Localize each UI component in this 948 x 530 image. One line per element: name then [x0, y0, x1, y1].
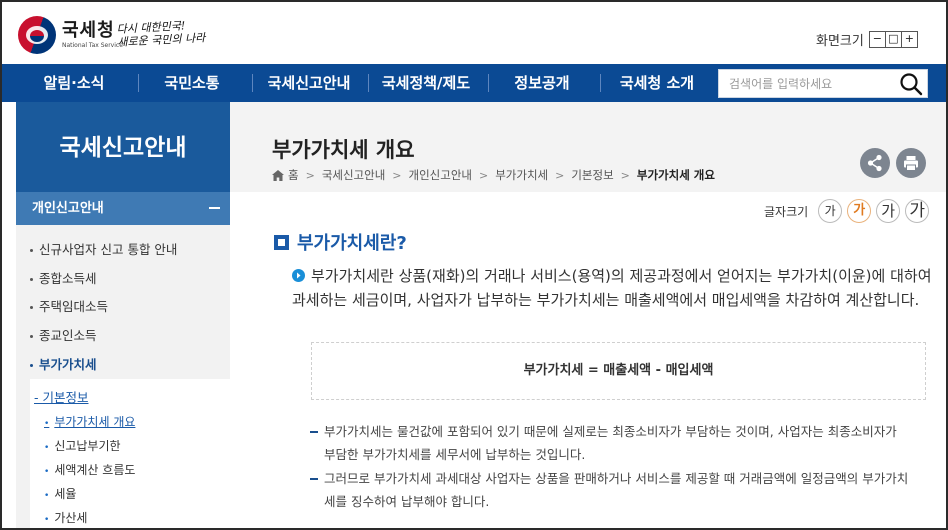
submenu-item-deadline[interactable]: • 신고납부기한 [44, 437, 121, 454]
left-sidebar: 국세신고안내 개인신고안내 신규사업자 신고 통합 안내 종합소득세 주택임대소… [16, 102, 230, 528]
main-navigation: 알림·소식 국민소통 국세신고안내 국세정책/제도 정보공개 국세청 소개 [2, 64, 946, 102]
breadcrumb-home[interactable]: 홈 [288, 167, 299, 183]
search-box [718, 69, 928, 98]
note-item: 그러므로 부가가치세 과세대상 사업자는 상품을 판매하거나 서비스를 제공할 … [310, 467, 910, 513]
logo-english-text: National Tax Service [62, 41, 123, 49]
sidebar-menu: 신규사업자 신고 통합 안내 종합소득세 주택임대소득 종교인소득 부가가치세 [16, 235, 230, 378]
dash-bullet-icon [310, 478, 318, 480]
section-title: 부가가치세란? [274, 229, 407, 255]
screen-size-control: 화면크기 − □ + [816, 30, 918, 49]
dash-bullet-icon [310, 431, 318, 433]
print-button[interactable] [896, 148, 926, 178]
note-item: 부가가치세는 물건값에 포함되어 있기 때문에 실제로는 최종소비자가 부담하는… [310, 420, 910, 466]
sidebar-item-rental-income[interactable]: 주택임대소득 [16, 292, 230, 321]
font-size-default-button[interactable]: 가 [847, 199, 872, 223]
screen-size-minus-button[interactable]: − [868, 31, 886, 48]
slogan: 다시 대한민국! 새로운 국민의 나라 [116, 19, 206, 49]
logo-korean-text: 국세청 [62, 19, 115, 41]
minus-icon[interactable] [209, 207, 220, 209]
square-bullet-icon [274, 234, 289, 250]
sidebar-category-header[interactable]: 개인신고안내 [16, 192, 230, 225]
breadcrumb-vat[interactable]: 부가가치세 [495, 167, 548, 183]
font-size-label: 글자크기 [764, 204, 809, 219]
content-header: 부가가치세 개요 홈 > 국세신고안내 > 개인신고안내 > 부가가치세 > 기… [230, 102, 946, 192]
nav-item-tax-policy[interactable]: 국세정책/제도 [370, 64, 482, 102]
breadcrumb-tax-filing[interactable]: 국세신고안내 [322, 167, 385, 183]
submenu-item-tax-rate[interactable]: • 세율 [44, 485, 76, 502]
submenu-basic-info[interactable]: - 기본정보 [34, 387, 89, 406]
screen-size-reset-button[interactable]: □ [884, 31, 902, 48]
sidebar-item-religious-income[interactable]: 종교인소득 [16, 321, 230, 350]
font-size-small-button[interactable]: 가 [818, 199, 843, 223]
nts-logo[interactable]: 국세청 National Tax Service [18, 16, 123, 54]
circle-arrow-icon [292, 269, 305, 282]
site-header: 국세청 National Tax Service 다시 대한민국! 새로운 국민… [2, 2, 946, 64]
breadcrumb: 홈 > 국세신고안내 > 개인신고안내 > 부가가치세 > 기본정보 > 부가가… [272, 167, 715, 183]
sidebar-title: 국세신고안내 [16, 102, 230, 192]
nav-item-news[interactable]: 알림·소식 [20, 64, 128, 102]
sidebar-item-income-tax[interactable]: 종합소득세 [16, 264, 230, 293]
submenu-item-calc-flow[interactable]: • 세액계산 흐름도 [44, 461, 135, 478]
page-title: 부가가치세 개요 [272, 138, 415, 162]
search-input[interactable] [719, 70, 889, 97]
print-icon [904, 156, 918, 171]
nav-item-tax-filing[interactable]: 국세신고안내 [254, 64, 364, 102]
sidebar-item-new-business[interactable]: 신규사업자 신고 통합 안내 [16, 235, 230, 264]
nav-item-public-info[interactable]: 정보공개 [490, 64, 594, 102]
home-icon[interactable] [272, 169, 284, 181]
nav-item-about-nts[interactable]: 국세청 소개 [602, 64, 712, 102]
nav-item-communication[interactable]: 국민소통 [142, 64, 242, 102]
font-size-xlarge-button[interactable]: 가 [905, 199, 930, 223]
breadcrumb-current: 부가가치세 개요 [636, 168, 715, 182]
screen-size-label: 화면크기 [816, 34, 864, 49]
screen-size-plus-button[interactable]: + [900, 31, 918, 48]
breadcrumb-basic-info[interactable]: 기본정보 [571, 167, 613, 183]
vat-description: 부가가치세란 상품(재화)의 거래나 서비스(용역)의 제공과정에서 얻어지는 … [292, 267, 932, 309]
share-icon [867, 154, 882, 172]
search-icon[interactable] [899, 72, 923, 96]
submenu-item-penalty[interactable]: • 가산세 [44, 509, 87, 526]
font-size-large-button[interactable]: 가 [876, 199, 901, 223]
share-button[interactable] [860, 148, 890, 178]
font-size-control: 글자크기 가 가 가 가 [764, 199, 930, 223]
browser-frame: 국세청 National Tax Service 다시 대한민국! 새로운 국민… [0, 0, 948, 530]
submenu-item-vat-overview[interactable]: • 부가가치세 개요 [44, 413, 135, 430]
vat-formula-box: 부가가치세 = 매출세액 - 매입세액 [311, 342, 926, 400]
taegeuk-logo-icon [18, 16, 56, 54]
sidebar-submenu: - 기본정보 • 부가가치세 개요 • 신고납부기한 • 세액계산 흐름도 • 세율 •… [30, 379, 230, 528]
sidebar-item-vat[interactable]: 부가가치세 [16, 350, 230, 379]
breadcrumb-personal[interactable]: 개인신고안내 [409, 167, 472, 183]
